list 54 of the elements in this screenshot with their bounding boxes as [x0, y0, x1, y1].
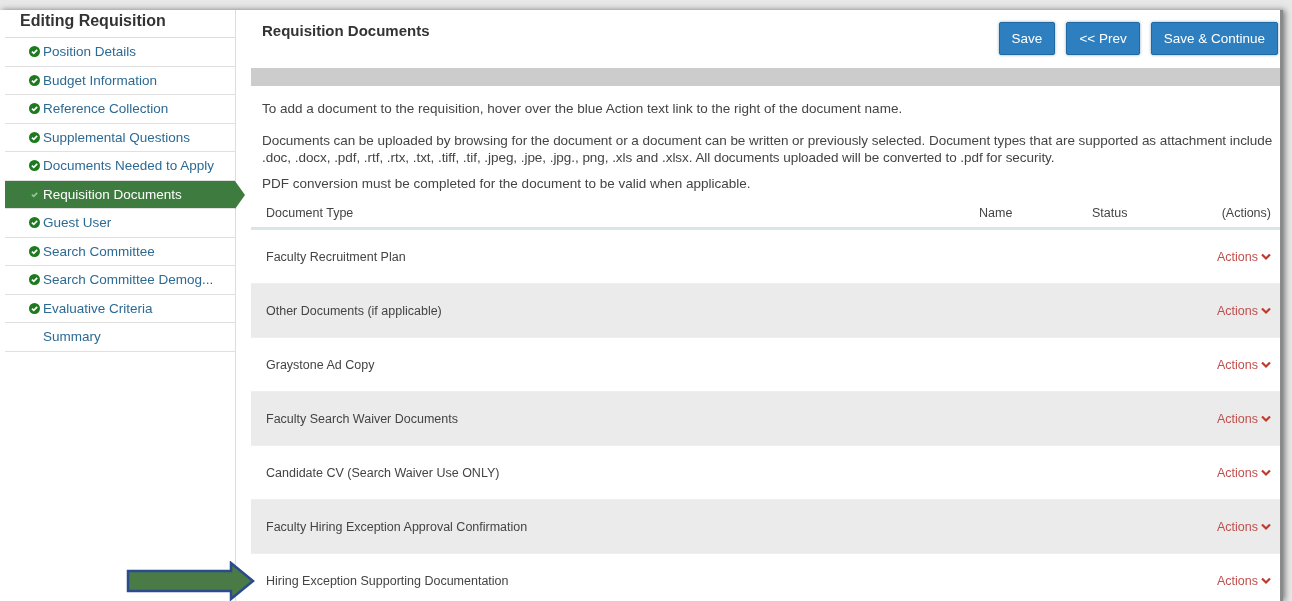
document-type-cell: Faculty Hiring Exception Approval Confirmation — [266, 519, 528, 534]
action-button[interactable]: Save — [998, 22, 1056, 55]
chevron-down-icon — [1261, 306, 1271, 315]
sidebar-item[interactable]: Documents Needed to Apply — [5, 152, 235, 181]
sidebar-item[interactable]: Guest User — [5, 209, 235, 238]
chevron-down-icon — [1261, 576, 1271, 585]
sidebar-item[interactable]: Search Committee — [5, 237, 235, 266]
document-type-cell: Graystone Ad Copy — [266, 357, 375, 372]
column-header: Status — [1092, 206, 1128, 220]
chevron-down-icon — [1261, 360, 1271, 369]
instruction-text: Documents can be uploaded by browsing for the document or a document can be written or previously selected. Document types that are supported as attachment include .doc, .docx, .pdf, .rtf, .rtx, .txt, .tiff, .tif, .jpeg, .jpe, .jpg., png, .xls and .xlsx. All documents uploaded will be converted to .pdf for security. — [262, 132, 1274, 166]
actions-link[interactable]: Actions — [1217, 249, 1271, 264]
check-circle-icon — [29, 160, 40, 172]
check-circle-icon — [29, 131, 40, 143]
chevron-down-icon — [1261, 414, 1271, 423]
sidebar-item[interactable]: Supplemental Questions — [5, 123, 235, 152]
sidebar-item[interactable]: Summary — [5, 323, 235, 352]
arrow-icon — [126, 561, 256, 601]
sidebar-item[interactable]: Search Committee Demog... — [5, 266, 235, 295]
action-button[interactable]: << Prev — [1066, 22, 1140, 55]
check-circle-icon — [29, 274, 40, 286]
action-button[interactable]: Save & Continue — [1150, 22, 1278, 55]
column-header: Name — [979, 206, 1013, 220]
document-type-cell: Candidate CV (Search Waiver Use ONLY) — [266, 465, 500, 480]
document-type-cell: Faculty Recruitment Plan — [266, 249, 406, 264]
column-header: Document Type — [266, 206, 354, 220]
document-type-cell: Hiring Exception Supporting Documentation — [266, 573, 509, 588]
instruction-text: To add a document to the requisition, hover over the blue Action text link to the right of the document name. — [262, 100, 904, 117]
instruction-text: PDF conversion must be completed for the document to be valid when applicable. — [262, 175, 752, 192]
sidebar-item[interactable]: Budget Information — [5, 66, 235, 95]
sidebar-item[interactable]: Evaluative Criteria — [5, 294, 235, 323]
sidebar-title: Editing Requisition — [5, 10, 235, 38]
document-type-cell: Other Documents (if applicable) — [266, 303, 442, 318]
sidebar-item[interactable]: Position Details — [5, 38, 235, 67]
column-header: (Actions) — [1221, 206, 1271, 220]
actions-link[interactable]: Actions — [1217, 465, 1271, 480]
actions-link[interactable]: Actions — [1217, 357, 1271, 372]
actions-link[interactable]: Actions — [1217, 411, 1271, 426]
chevron-down-icon — [1261, 468, 1271, 477]
check-circle-icon — [29, 46, 40, 58]
check-circle-icon — [29, 217, 40, 229]
check-circle-icon — [29, 74, 40, 86]
check-circle-icon — [29, 188, 40, 200]
chevron-down-icon — [1261, 252, 1271, 261]
check-circle-icon — [29, 302, 40, 314]
actions-link[interactable]: Actions — [1217, 303, 1271, 318]
check-circle-icon — [29, 245, 40, 257]
sidebar-item[interactable]: Reference Collection — [5, 95, 235, 124]
document-type-cell: Faculty Search Waiver Documents — [266, 411, 458, 426]
page-title: Requisition Documents — [262, 22, 430, 41]
check-circle-icon — [29, 103, 40, 115]
actions-link[interactable]: Actions — [1217, 573, 1271, 588]
actions-link[interactable]: Actions — [1217, 519, 1271, 534]
chevron-down-icon — [1261, 522, 1271, 531]
